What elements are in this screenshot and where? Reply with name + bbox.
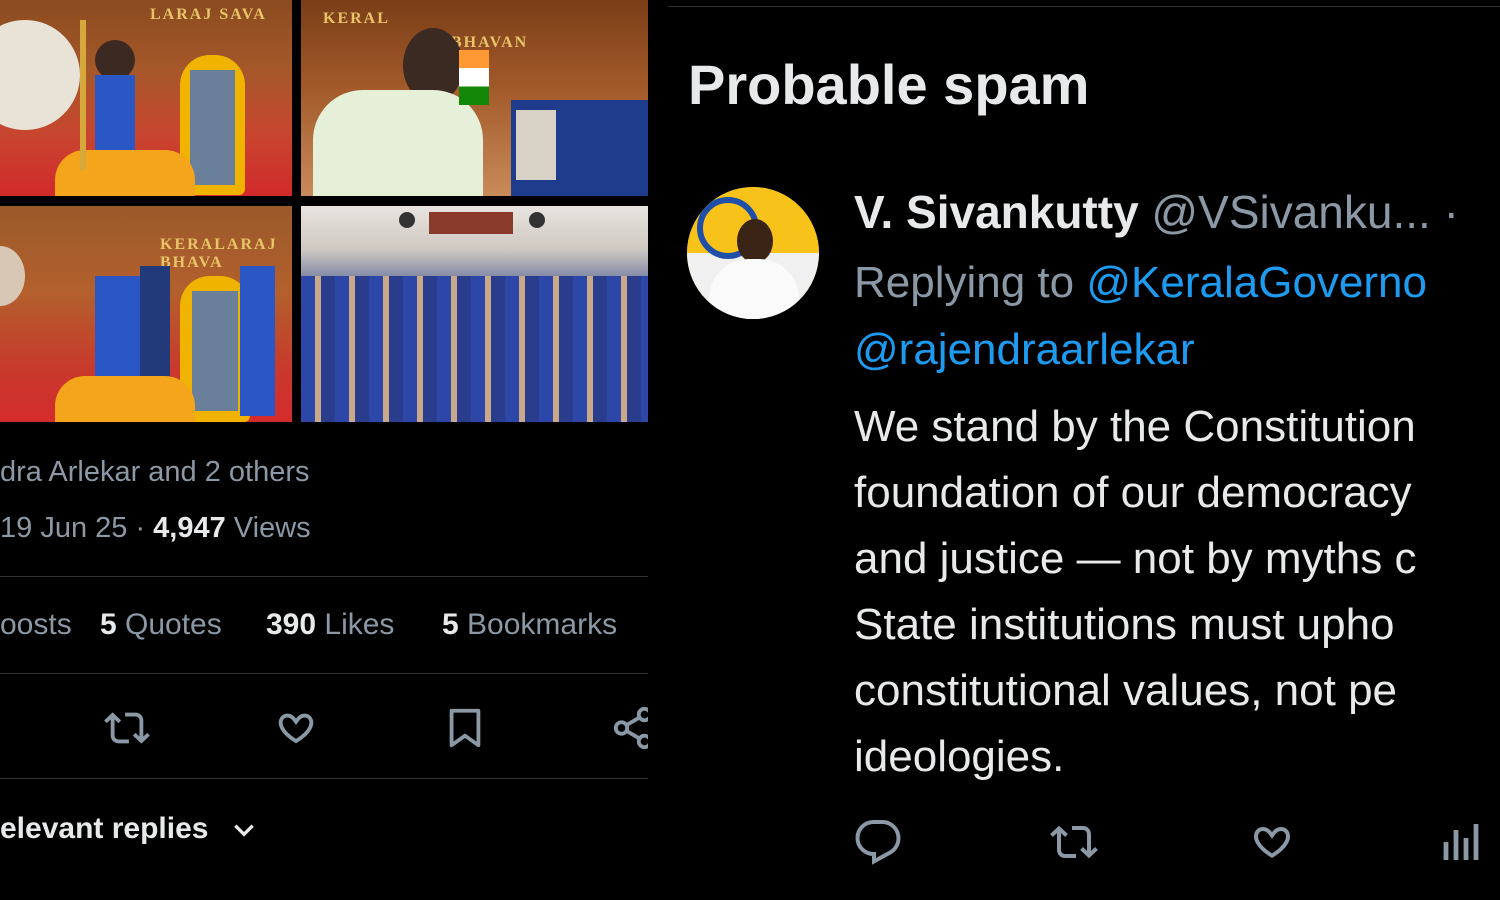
tweet-text-line: constitutional values, not pe xyxy=(854,666,1398,715)
right-tweet-panel: Probable spam V. Sivankutty @VSivanku...… xyxy=(668,0,1500,900)
divider xyxy=(0,576,648,577)
bookmarks-count[interactable]: 5 Bookmarks xyxy=(442,608,617,642)
heart-icon[interactable] xyxy=(1248,818,1296,866)
section-heading: Probable spam xyxy=(688,53,1090,116)
retweet-icon[interactable] xyxy=(104,705,150,751)
photo-sign-text: KERAL xyxy=(323,10,390,27)
retweet-icon[interactable] xyxy=(1050,818,1098,866)
reply-icon[interactable] xyxy=(854,818,902,866)
replying-to: Replying to @KeralaGoverno xyxy=(854,258,1427,307)
tweet-photo-1[interactable]: LARAJ SAVA xyxy=(0,0,292,196)
avatar[interactable] xyxy=(687,187,819,319)
bookmark-icon[interactable] xyxy=(442,705,488,751)
mention-line: @rajendraarlekar xyxy=(854,325,1195,375)
replies-filter[interactable]: elevant replies xyxy=(0,812,257,846)
reposts-count[interactable]: oosts xyxy=(0,608,72,642)
tweet-photo-2[interactable]: KERAL BHAVAN xyxy=(301,0,648,196)
panel-separator xyxy=(648,0,668,900)
tweet-photo-4[interactable] xyxy=(301,206,648,422)
photo-sign-text: LARAJ SAVA xyxy=(150,6,267,23)
share-icon[interactable] xyxy=(610,705,648,751)
views-label: Views xyxy=(225,512,311,544)
views-count: 4,947 xyxy=(153,512,226,544)
tweet-text-line: and justice — not by myths c xyxy=(854,534,1417,583)
author-name[interactable]: V. Sivankutty xyxy=(854,186,1139,238)
tweet-text-line: ideologies. xyxy=(854,732,1065,781)
divider xyxy=(0,673,648,674)
mention-link[interactable]: @rajendraarlekar xyxy=(854,325,1195,374)
liked-by-text[interactable]: dra Arlekar and 2 others xyxy=(0,456,310,489)
chevron-down-icon xyxy=(233,824,254,837)
tweet-photo-3[interactable]: KERALARAJ BHAVA xyxy=(0,206,292,422)
author-line: V. Sivankutty @VSivanku... · xyxy=(854,186,1459,238)
quotes-count[interactable]: 5 Quotes xyxy=(100,608,222,642)
heart-icon[interactable] xyxy=(273,705,319,751)
divider xyxy=(668,6,1500,7)
left-tweet-panel: LARAJ SAVA KERAL BHAVAN KERALARAJ BHAVA … xyxy=(0,0,648,900)
tweet-meta: 19 Jun 25 · 4,947 Views xyxy=(0,512,311,544)
author-handle[interactable]: @VSivanku... xyxy=(1139,186,1430,238)
views-icon[interactable] xyxy=(1440,818,1488,866)
tweet-text-line: We stand by the Constitution xyxy=(854,402,1416,451)
tweet-time[interactable]: 19 Jun 25 xyxy=(0,512,127,544)
likes-count[interactable]: 390 Likes xyxy=(266,608,394,642)
divider xyxy=(0,778,648,779)
tweet-text-line: State institutions must upho xyxy=(854,600,1395,649)
mention-link[interactable]: @KeralaGoverno xyxy=(1086,258,1427,307)
tweet-text: We stand by the Constitution foundation … xyxy=(854,394,1416,790)
tweet-text-line: foundation of our democracy xyxy=(854,468,1412,517)
